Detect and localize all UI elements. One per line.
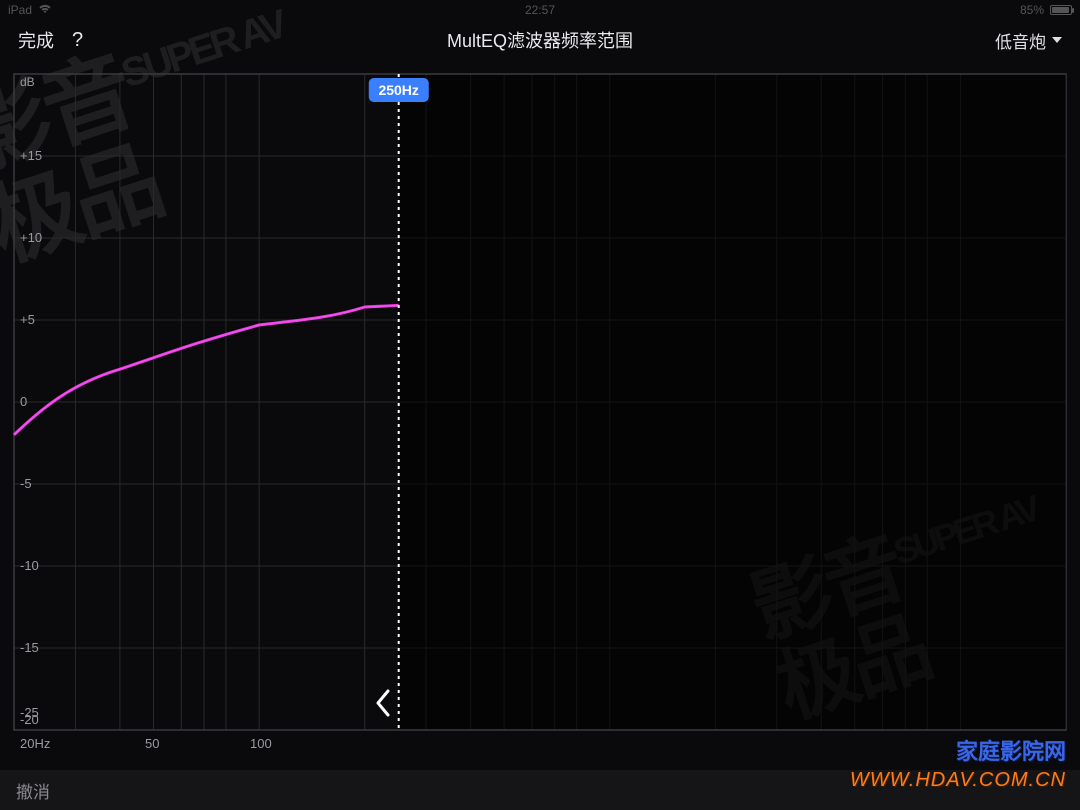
eq-chart[interactable]: dB +15 +10 +5 0 -5 -10 -15 -20 20Hz 50 1… — [0, 64, 1080, 758]
svg-text:0: 0 — [20, 394, 27, 409]
chart-shaded-region — [399, 75, 1066, 729]
battery-icon — [1050, 5, 1072, 15]
status-time: 22:57 — [525, 3, 555, 17]
cutoff-drag-handle[interactable] — [374, 688, 392, 718]
svg-text:-10: -10 — [20, 558, 39, 573]
eq-curve — [14, 305, 399, 434]
speaker-select[interactable]: 低音炮 — [995, 28, 1062, 53]
svg-text:100: 100 — [250, 736, 272, 751]
svg-text:20Hz: 20Hz — [20, 736, 50, 751]
svg-text:+15: +15 — [20, 148, 42, 163]
device-label: iPad — [8, 3, 32, 17]
speaker-select-label: 低音炮 — [995, 28, 1046, 53]
help-button[interactable]: ? — [72, 29, 83, 52]
wifi-icon — [38, 4, 52, 16]
svg-text:-15: -15 — [20, 640, 39, 655]
svg-text:+5: +5 — [20, 312, 35, 327]
chevron-down-icon — [1052, 37, 1062, 43]
svg-text:-5: -5 — [20, 476, 32, 491]
header-bar: 完成 ? MultEQ滤波器频率范围 低音炮 — [0, 20, 1080, 60]
footer-bar: 撤消 — [0, 770, 1080, 810]
cutoff-badge[interactable]: 250Hz — [368, 78, 428, 102]
done-button[interactable]: 完成 — [18, 27, 54, 53]
battery-percent: 85% — [1020, 3, 1044, 17]
status-bar: iPad 22:57 85% — [0, 0, 1080, 20]
svg-text:50: 50 — [145, 736, 159, 751]
svg-text:+10: +10 — [20, 230, 42, 245]
y-tick--25: -25 — [20, 705, 39, 720]
y-unit-label: dB — [20, 75, 35, 89]
chevron-left-icon — [374, 688, 392, 718]
chart-canvas: dB +15 +10 +5 0 -5 -10 -15 -20 20Hz 50 1… — [0, 64, 1080, 758]
undo-button[interactable]: 撤消 — [16, 778, 50, 803]
page-title: MultEQ滤波器频率范围 — [447, 27, 633, 53]
